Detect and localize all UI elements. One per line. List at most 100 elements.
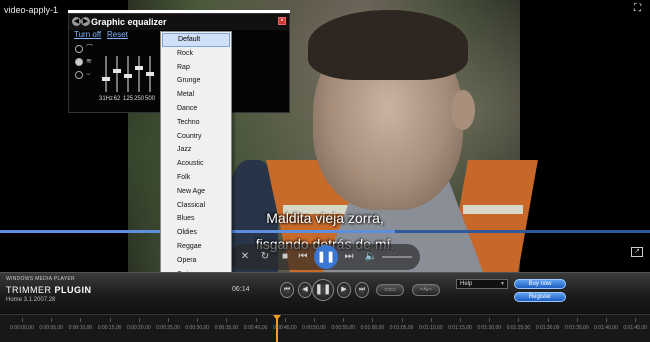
volume-slider[interactable] <box>382 256 412 258</box>
brand-name-part1: TRIMMER <box>6 285 52 295</box>
step-forward-button[interactable]: ▶ <box>337 282 351 298</box>
timeline-tick-label: 0:01:35,00 <box>564 325 589 331</box>
turn-off-link[interactable]: Turn off <box>74 30 101 39</box>
preset-label: Dance <box>177 105 198 112</box>
help-dropdown[interactable]: Help ▼ <box>456 279 508 289</box>
eq-linked-icon: ≋ <box>86 58 92 65</box>
preset-label: Opera <box>177 256 197 264</box>
preset-menu-item[interactable]: Rock <box>162 47 230 61</box>
timeline-tick <box>22 318 23 322</box>
timeline-tick-label: 0:01:30,00 <box>535 325 560 331</box>
timeline-tick <box>547 318 549 322</box>
next-icon[interactable]: ⏭ <box>340 248 358 266</box>
preset-menu-item[interactable]: Country <box>162 130 230 144</box>
timeline-ruler[interactable]: 0:00:00,00 0:00:05,00 0:00:10,00 0:00:15,00… <box>0 314 650 342</box>
timeline-tick-label: 0:00:35,00 <box>214 325 239 331</box>
step-back-button[interactable]: ◀ <box>298 282 312 298</box>
preset-label: New Age <box>177 187 206 195</box>
video-seek-bar[interactable] <box>0 230 650 233</box>
preset-menu-item[interactable]: Dance <box>162 102 230 116</box>
preset-menu-item[interactable]: Grunge <box>162 74 230 88</box>
next-preset-icon[interactable]: ▶ <box>81 17 90 26</box>
preset-label: Country <box>177 132 202 140</box>
timeline-tick <box>51 318 53 322</box>
eq-mode-radio-2[interactable] <box>75 58 83 66</box>
fullscreen-icon[interactable]: ⛶ <box>634 4 644 14</box>
equalizer-titlebar: ◀ ▶ Graphic equalizer × <box>69 14 289 30</box>
timeline-tick <box>138 318 140 322</box>
timeline-tick-label: 0:00:30,00 <box>185 325 210 331</box>
close-icon[interactable]: × <box>278 17 286 25</box>
preset-label: Rock <box>177 49 193 57</box>
timeline-tick <box>314 318 315 322</box>
timeline-tick <box>401 318 403 322</box>
trim-segment-button[interactable]: ▭▭ <box>376 284 404 296</box>
preset-menu-item[interactable]: Opera <box>162 254 230 268</box>
reset-link[interactable]: Reset <box>107 30 128 39</box>
preset-menu-item[interactable]: Folk <box>162 171 230 185</box>
preset-menu-item[interactable]: Classical <box>162 199 230 213</box>
timeline-tick <box>343 318 345 322</box>
eq-slider-knob[interactable] <box>135 65 143 70</box>
eq-slider-knob[interactable] <box>102 76 110 81</box>
overlay-controls: ✕ ↻ ■ ⏮ ❚❚ ⏭ 🔈 <box>230 244 420 270</box>
preset-menu-item[interactable]: Oldies <box>162 226 230 240</box>
pause-button[interactable]: ❚❚ <box>314 245 338 269</box>
help-dropdown-label: Help <box>460 281 473 287</box>
timeline-tick <box>576 318 578 322</box>
player-control-bar: WINDOWS MEDIA PLAYER TRIMMER PLUGIN Home… <box>0 272 650 314</box>
eq-slider-knob[interactable] <box>146 72 154 76</box>
timeline-tick-label: 0:01:45,00 <box>623 325 648 331</box>
eq-mode-radio-3[interactable] <box>75 71 83 79</box>
timeline-tick-label: 0:00:15,00 <box>97 325 122 331</box>
preset-menu-item[interactable]: Techno <box>162 116 230 130</box>
play-pause-button[interactable]: ❚❚ <box>312 279 334 301</box>
buy-now-button[interactable]: Buy now <box>514 279 566 289</box>
timeline-tick <box>489 318 491 322</box>
preset-menu-item[interactable]: Acoustic <box>162 157 230 171</box>
eq-mode-radio-1[interactable] <box>75 45 83 53</box>
preset-menu-item[interactable]: Reggae <box>162 240 230 254</box>
subtitle-line-1: Maldita vieja zorra, <box>266 210 384 226</box>
previous-preset-icon[interactable]: ◀ <box>72 17 81 26</box>
preset-menu-item[interactable]: Default <box>162 33 230 47</box>
shuffle-icon[interactable]: ✕ <box>236 248 254 266</box>
timeline-tick-label: 0:00:45,00 <box>272 325 297 331</box>
register-button[interactable]: Register <box>514 292 566 302</box>
timeline-tick-label: 0:01:05,00 <box>389 325 414 331</box>
stop-icon[interactable]: ■ <box>276 248 294 266</box>
preset-menu-item[interactable]: Metal <box>162 88 230 102</box>
timeline-tick-label: 0:01:40,00 <box>594 325 618 331</box>
volume-icon[interactable]: 🔈 <box>362 248 380 266</box>
timeline-tick <box>80 318 82 322</box>
timeline-tick-label: 0:01:00,00 <box>360 325 385 331</box>
preset-label: Techno <box>177 118 200 126</box>
hair <box>308 10 468 80</box>
preset-label: Rap <box>177 63 190 71</box>
timeline-tick-label: 0:00:55,00 <box>331 325 356 331</box>
preset-menu-item[interactable]: Blues <box>162 212 230 226</box>
eq-slider-knob[interactable] <box>113 68 121 73</box>
eq-slider-track[interactable] <box>138 56 140 92</box>
waveform-button[interactable]: ~∿~ <box>412 284 440 296</box>
timeline-tick-label: 0:00:20,00 <box>126 325 151 331</box>
skip-end-button[interactable]: ⏭ <box>355 282 369 298</box>
preset-label: Default <box>178 36 201 43</box>
timeline-tick <box>226 318 228 322</box>
timeline-tick-label: 0:01:10,00 <box>418 325 443 331</box>
switch-view-icon[interactable]: ↗ <box>631 247 643 257</box>
preset-menu-item[interactable]: Rap <box>162 61 230 75</box>
preset-label: Metal <box>177 91 195 99</box>
equalizer-title: Graphic equalizer <box>91 17 167 27</box>
preset-menu-item[interactable]: Jazz <box>162 143 230 157</box>
previous-icon[interactable]: ⏮ <box>294 248 312 266</box>
eq-slider-knob[interactable] <box>124 73 132 78</box>
timeline-tick <box>372 318 374 322</box>
skip-start-button[interactable]: ⏮ <box>280 282 294 298</box>
eq-slider-track[interactable] <box>105 56 107 92</box>
eq-slider-track[interactable] <box>116 56 118 92</box>
preset-label: Reggae <box>177 243 202 250</box>
preset-label: Grunge <box>177 77 201 85</box>
repeat-icon[interactable]: ↻ <box>256 248 274 266</box>
preset-menu-item[interactable]: New Age <box>162 185 230 199</box>
